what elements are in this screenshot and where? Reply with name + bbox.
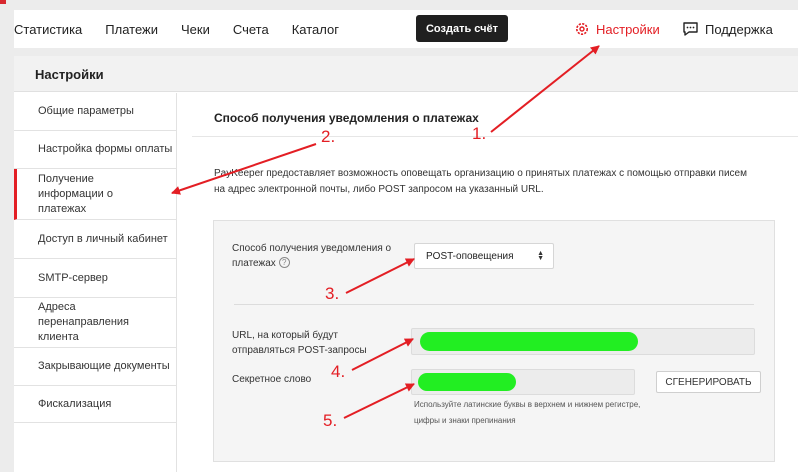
sidebar-item-payment-form[interactable]: Настройка формы оплаты: [14, 131, 177, 169]
annotation-number-3: 3.: [325, 284, 340, 303]
method-label-text: Способ получения уведомления о платежах: [232, 243, 392, 269]
logo-fragment: [0, 0, 6, 4]
nav-item-receipts[interactable]: Чеки: [181, 22, 210, 37]
sidebar-item-cabinet-access[interactable]: Доступ в личный кабинет: [14, 220, 177, 259]
nav-item-payments[interactable]: Платежи: [105, 22, 158, 37]
sidebar-item-smtp[interactable]: SMTP-сервер: [14, 259, 177, 298]
gear-icon: [576, 23, 588, 35]
settings-label: Настройки: [596, 21, 660, 37]
select-arrows-icon: ▲ ▼: [537, 250, 544, 262]
sidebar-item-payment-info[interactable]: Получение информации о платежах: [14, 169, 177, 220]
support-label: Поддержка: [705, 21, 773, 37]
sidebar-item-closing-documents[interactable]: Закрывающие документы: [14, 348, 177, 386]
sidebar-item-general[interactable]: Общие параметры: [14, 93, 177, 131]
nav-item-statistics[interactable]: Статистика: [14, 22, 82, 37]
chat-icon: [683, 22, 698, 36]
notification-method-select[interactable]: POST-оповещения ▲ ▼: [414, 243, 554, 269]
panel-header: Настройки: [14, 56, 798, 92]
main-content: Способ получения уведомления о платежах …: [192, 93, 798, 472]
redaction-mark: [418, 373, 516, 391]
top-navigation-bar: Статистика Платежи Чеки Счета Каталог Со…: [0, 0, 798, 48]
settings-sidebar: Общие параметры Настройка формы оплаты П…: [14, 93, 177, 472]
notification-form: Способ получения уведомления о платежах?…: [213, 220, 775, 462]
section-title: Способ получения уведомления о платежах: [214, 111, 479, 125]
page-title: Настройки: [35, 67, 104, 82]
section-divider: [192, 136, 798, 137]
url-field-label: URL, на который будут отправляться POST-…: [232, 330, 367, 356]
generate-button[interactable]: СГЕНЕРИРОВАТЬ: [656, 371, 761, 393]
create-invoice-button[interactable]: Создать счёт: [416, 15, 508, 42]
nav-item-invoices[interactable]: Счета: [233, 22, 269, 37]
post-url-input[interactable]: [411, 328, 755, 355]
secret-hint: Используйте латинские буквы в верхнем и …: [414, 400, 641, 425]
annotation-number-2: 2.: [321, 127, 336, 146]
section-description: PayKeeper предоставляет возможность опов…: [214, 168, 747, 195]
form-divider: [234, 304, 754, 305]
annotation-number-1: 1.: [472, 124, 487, 143]
annotation-number-4: 4.: [331, 362, 346, 381]
redaction-mark: [420, 332, 638, 351]
support-link[interactable]: Поддержка: [682, 10, 773, 48]
method-select-value: POST-оповещения: [426, 250, 514, 262]
sidebar-item-redirect-addresses[interactable]: Адреса перенаправления клиента: [14, 298, 177, 348]
settings-panel: Настройки Общие параметры Настройка форм…: [14, 56, 798, 472]
secret-word-input[interactable]: [411, 369, 635, 395]
annotation-number-5: 5.: [323, 411, 338, 430]
nav-item-catalog[interactable]: Каталог: [292, 22, 339, 37]
method-field-label: Способ получения уведомления о платежах?: [232, 241, 402, 271]
sidebar-item-fiscalization[interactable]: Фискализация: [14, 386, 177, 423]
secret-field-label: Секретное слово: [232, 374, 312, 385]
settings-link[interactable]: Настройки: [574, 10, 660, 48]
help-icon[interactable]: ?: [278, 257, 290, 268]
